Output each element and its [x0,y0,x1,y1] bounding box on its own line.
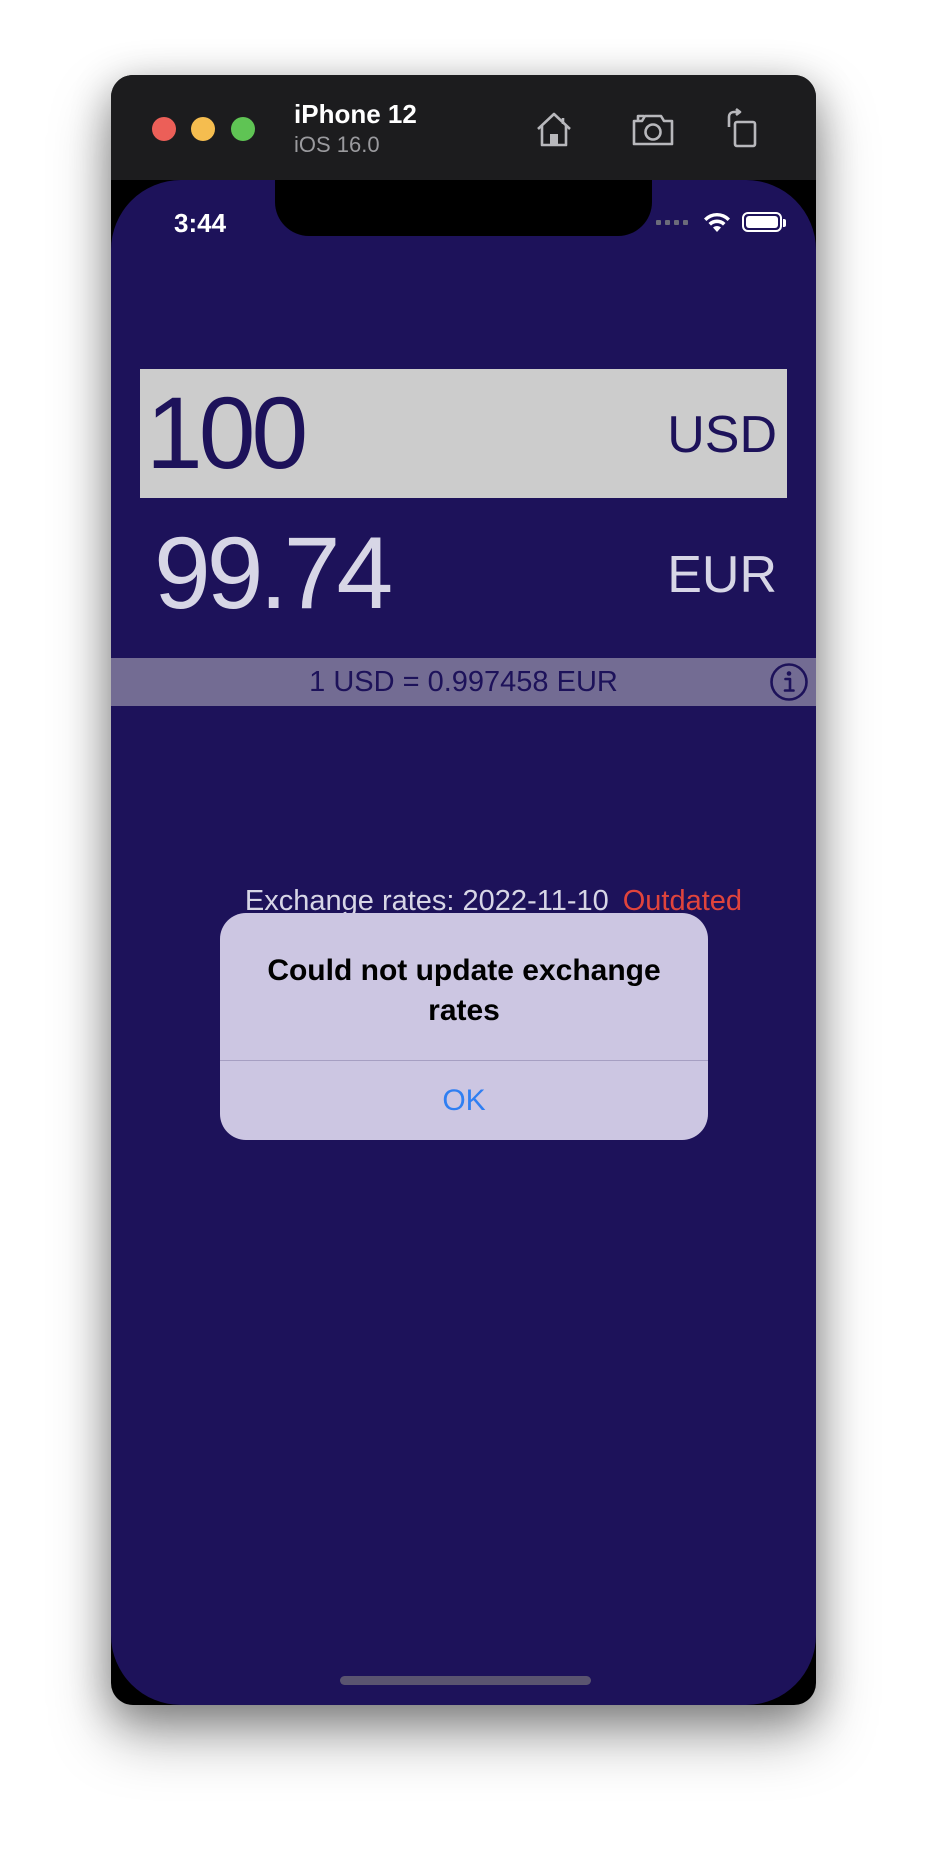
status-icons [656,210,786,234]
home-indicator[interactable] [340,1676,591,1685]
rotate-icon[interactable] [719,105,767,153]
zoom-window-button[interactable] [231,117,255,141]
from-amount[interactable]: 100 [146,373,308,493]
close-window-button[interactable] [152,117,176,141]
alert-title: Could not update exchange rates [267,954,661,1027]
status-time: 3:44 [174,208,227,238]
simulator-window: iPhone 12 iOS 16.0 3:44 100 USD 99.74 EU… [111,75,816,1705]
simulator-titlebar: iPhone 12 iOS 16.0 [111,75,816,180]
cellular-signal-icon [656,219,688,225]
notch [275,180,652,236]
device-screen: 3:44 100 USD 99.74 EUR 1 USD = 0.997458 … [111,180,816,1705]
from-currency-row[interactable]: 100 USD [140,369,787,498]
info-icon[interactable] [769,662,809,702]
to-amount[interactable]: 99.74 [154,513,393,633]
minimize-window-button[interactable] [191,117,215,141]
exchange-rate-bar: 1 USD = 0.997458 EUR [111,658,816,706]
wifi-icon [702,210,732,234]
os-version: iOS 16.0 [294,132,380,157]
exchange-rate-text: 1 USD = 0.997458 EUR [309,666,618,698]
device-name: iPhone 12 [294,99,417,129]
from-currency-code[interactable]: USD [667,405,777,465]
battery-icon [742,212,786,232]
home-icon[interactable] [530,105,578,153]
alert-ok-button[interactable]: OK [220,1061,708,1140]
alert-dialog: Could not update exchange rates OK [220,913,708,1140]
screenshot-icon[interactable] [629,105,677,153]
to-currency-row[interactable]: 99.74 EUR [140,509,787,638]
to-currency-code[interactable]: EUR [667,545,777,605]
